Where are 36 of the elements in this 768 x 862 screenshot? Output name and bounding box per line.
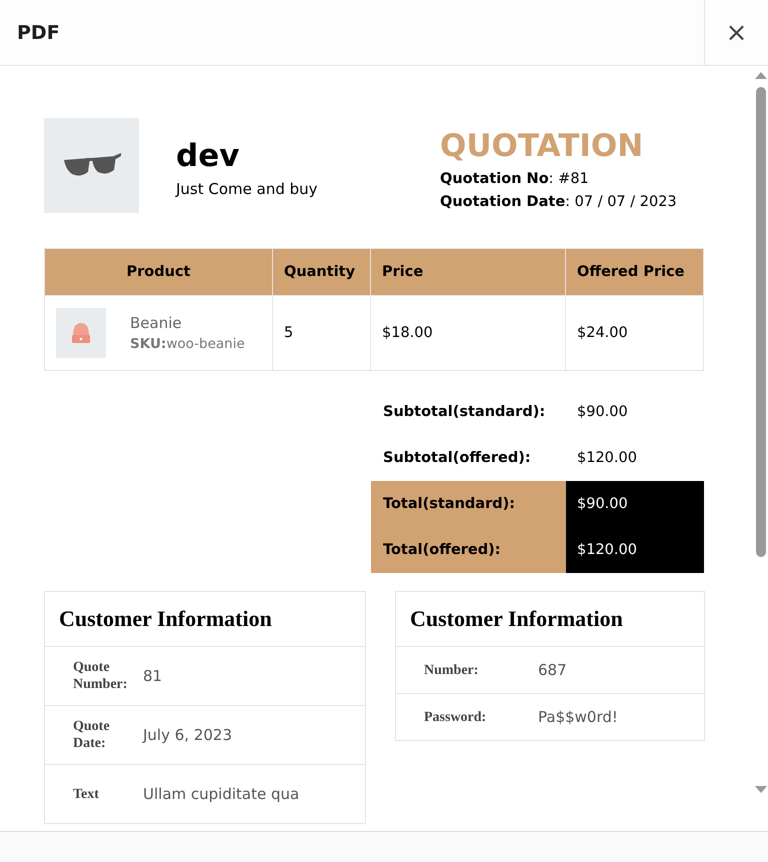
beanie-icon [71, 322, 91, 344]
field-value: Pa$$w0rd! [538, 708, 618, 726]
window-title: PDF [16, 22, 60, 44]
field-label: Text [72, 786, 100, 802]
field-value: 81 [143, 667, 162, 685]
field-label: Quote Number: [72, 659, 128, 693]
column-header: Offered Price [566, 248, 704, 296]
total-value: $90.00 [576, 403, 629, 422]
table-cell: $18.00 [370, 296, 566, 370]
total-label: Subtotal(standard): [382, 403, 546, 422]
field-label: Number: [423, 662, 480, 678]
field-value: July 6, 2023 [143, 726, 232, 744]
store-tagline: Just Come and buy [176, 180, 319, 198]
total-label: Total(standard): [371, 481, 566, 527]
field-value: Ullam cupiditate qua [143, 785, 300, 803]
total-label: Subtotal(offered): [382, 449, 532, 468]
document-title: QUOTATION [440, 128, 644, 164]
store-name: dev [176, 138, 240, 174]
total-value: $90.00 [566, 481, 704, 527]
product-sku: SKU:woo-beanie [130, 336, 245, 352]
table-cell: $24.00 [566, 296, 704, 370]
card-title: Customer Information [45, 592, 365, 647]
card-title: Customer Information [396, 592, 704, 647]
field-label: Password: [423, 708, 488, 726]
quotation-meta: Quotation Date: 07 / 07 / 2023 [440, 193, 677, 212]
column-header: Quantity [272, 248, 370, 296]
column-header: Price [370, 248, 566, 296]
total-value: $120.00 [566, 527, 704, 573]
field-value: 687 [538, 661, 567, 679]
column-header: Product [44, 248, 272, 296]
table-cell: 5 [272, 296, 370, 370]
product-name: Beanie [130, 314, 183, 332]
total-label: Total(offered): [371, 527, 566, 573]
field-label: Quote Date: [72, 718, 111, 752]
quotation-meta: Quotation No: #81 [440, 170, 590, 189]
total-value: $120.00 [576, 449, 638, 468]
